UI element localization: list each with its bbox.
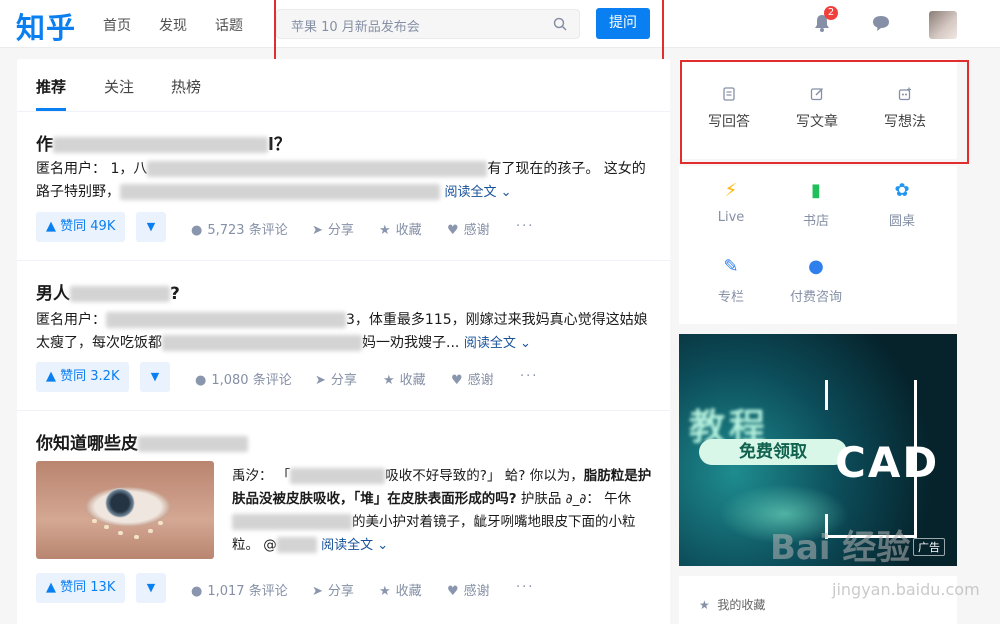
thanks-button[interactable]: ♥ 感谢: [447, 219, 490, 238]
tab-hot-list[interactable]: 热榜: [171, 76, 201, 97]
feed-item-actions: ▲ 赞同 49K ▼ ● 5,723 条评论 ➤ 分享 ★ 收藏 ♥ 感谢 ···: [36, 212, 651, 242]
ad-label: 广告: [913, 538, 945, 556]
messages-icon[interactable]: [871, 13, 891, 33]
feed-item-title[interactable]: 你知道哪些皮: [36, 429, 248, 454]
ad-cad-text: CAD: [835, 438, 940, 487]
read-more-link[interactable]: 阅读全文 ⌄: [464, 336, 531, 351]
feed-card: 推荐 关注 热榜 作 l？ 匿名用户： 1，八 有了现在的孩子。 这女的路子特别野，…: [17, 59, 670, 624]
favorite-button[interactable]: ★ 收藏: [379, 219, 422, 238]
yuan-bubble-icon: ●: [808, 256, 824, 277]
share-button[interactable]: ➤ 分享: [312, 580, 354, 599]
heart-icon: ♥: [447, 223, 459, 238]
downvote-button[interactable]: ▼: [136, 573, 166, 603]
article-thumbnail-image[interactable]: [36, 461, 214, 559]
comments-button[interactable]: ● 1,017 条评论: [191, 580, 288, 599]
feed-item-title[interactable]: 男人?: [36, 279, 180, 304]
roundtable-icon: ✿: [894, 180, 910, 201]
highlight-box-write: [680, 60, 969, 164]
thanks-button[interactable]: ♥ 感谢: [447, 580, 490, 599]
feed-item-excerpt[interactable]: 匿名用户： 1，八 有了现在的孩子。 这女的路子特别野， 阅读全文 ⌄: [36, 158, 651, 204]
nav-topics[interactable]: 话题: [215, 15, 243, 35]
feed-item-actions: ▲ 赞同 13K ▼ ● 1,017 条评论 ➤ 分享 ★ 收藏 ♥ 感谢 ···: [36, 573, 651, 603]
feed-item-excerpt[interactable]: 禹汐： 「吸收不好导致的?」 蛤? 你以为，脂肪粒是护肤品没被皮肤吸收，「堆」在…: [232, 465, 652, 557]
live-link[interactable]: ⚡ Live: [691, 180, 771, 225]
more-options-icon[interactable]: ···: [516, 580, 534, 595]
ad-frame-edge-top: [825, 380, 828, 410]
book-icon: ▮: [811, 180, 821, 201]
favorite-button[interactable]: ★ 收藏: [379, 580, 422, 599]
my-favorites-link[interactable]: ★ 我的收藏: [699, 596, 765, 613]
heart-icon: ♥: [451, 373, 463, 388]
share-button[interactable]: ➤ 分享: [315, 369, 357, 388]
notification-badge: 2: [824, 6, 838, 20]
read-more-link[interactable]: 阅读全文 ⌄: [321, 538, 388, 553]
comment-icon: ●: [195, 373, 207, 388]
more-options-icon[interactable]: ···: [520, 369, 538, 384]
tab-following[interactable]: 关注: [104, 76, 134, 97]
bookstore-link[interactable]: ▮ 书店: [776, 180, 856, 229]
comment-icon: ●: [191, 584, 203, 599]
share-icon: ➤: [315, 373, 326, 388]
share-icon: ➤: [312, 584, 323, 599]
comments-button[interactable]: ● 1,080 条评论: [195, 369, 292, 388]
downvote-button[interactable]: ▼: [140, 362, 170, 392]
feed-item-excerpt[interactable]: 匿名用户： 3，体重最多115，刚嫁过来我妈真心觉得这姑娘太瘦了，每次吃饭都 妈一劝…: [36, 309, 651, 355]
favorite-button[interactable]: ★ 收藏: [383, 369, 426, 388]
roundtable-link[interactable]: ✿ 圆桌: [862, 180, 942, 229]
feed-item-actions: ▲ 赞同 3.2K ▼ ● 1,080 条评论 ➤ 分享 ★ 收藏 ♥ 感谢 ···: [36, 362, 651, 392]
upvote-button[interactable]: ▲ 赞同 49K: [36, 212, 126, 242]
zhihu-logo[interactable]: 知乎: [16, 5, 76, 47]
upvote-button[interactable]: ▲ 赞同 13K: [36, 573, 126, 603]
baidu-watermark-logo: Bai 经验: [770, 528, 911, 568]
highlight-box-search: [274, 0, 664, 67]
paid-consult-link[interactable]: ● 付费咨询: [776, 256, 856, 305]
share-icon: ➤: [312, 223, 323, 238]
feed-tabs: 推荐 关注 热榜: [17, 59, 670, 112]
user-avatar[interactable]: [929, 11, 957, 39]
baidu-watermark-url: jingyan.baidu.com: [832, 580, 980, 599]
star-icon: ★: [383, 373, 395, 388]
thanks-button[interactable]: ♥ 感谢: [451, 369, 494, 388]
active-tab-indicator: [36, 108, 66, 111]
heart-icon: ♥: [447, 584, 459, 599]
star-icon: ★: [379, 223, 391, 238]
pen-icon: ✎: [723, 256, 739, 277]
comments-button[interactable]: ● 5,723 条评论: [191, 219, 288, 238]
share-button[interactable]: ➤ 分享: [312, 219, 354, 238]
comment-icon: ●: [191, 223, 203, 238]
nav-explore[interactable]: 发现: [159, 15, 187, 35]
more-options-icon[interactable]: ···: [516, 219, 534, 234]
read-more-link[interactable]: 阅读全文 ⌄: [444, 185, 511, 200]
feed-item-title[interactable]: 作 l？: [36, 130, 291, 155]
downvote-button[interactable]: ▼: [136, 212, 166, 242]
nav-home[interactable]: 首页: [103, 15, 131, 35]
tab-recommended[interactable]: 推荐: [36, 76, 66, 97]
star-icon: ★: [699, 598, 710, 612]
feed-item: 男人? 匿名用户： 3，体重最多115，刚嫁过来我妈真心觉得这姑娘太瘦了，每次吃饭…: [17, 261, 670, 411]
upvote-button[interactable]: ▲ 赞同 3.2K: [36, 362, 130, 392]
column-link[interactable]: ✎ 专栏: [691, 256, 771, 305]
star-icon: ★: [379, 584, 391, 599]
feed-item: 作 l？ 匿名用户： 1，八 有了现在的孩子。 这女的路子特别野， 阅读全文 ⌄ ▲…: [17, 112, 670, 261]
lightning-icon: ⚡: [724, 180, 738, 201]
quick-links-card: ⚡ Live ▮ 书店 ✿ 圆桌 ✎ 专栏 ● 付费咨询: [679, 166, 957, 324]
